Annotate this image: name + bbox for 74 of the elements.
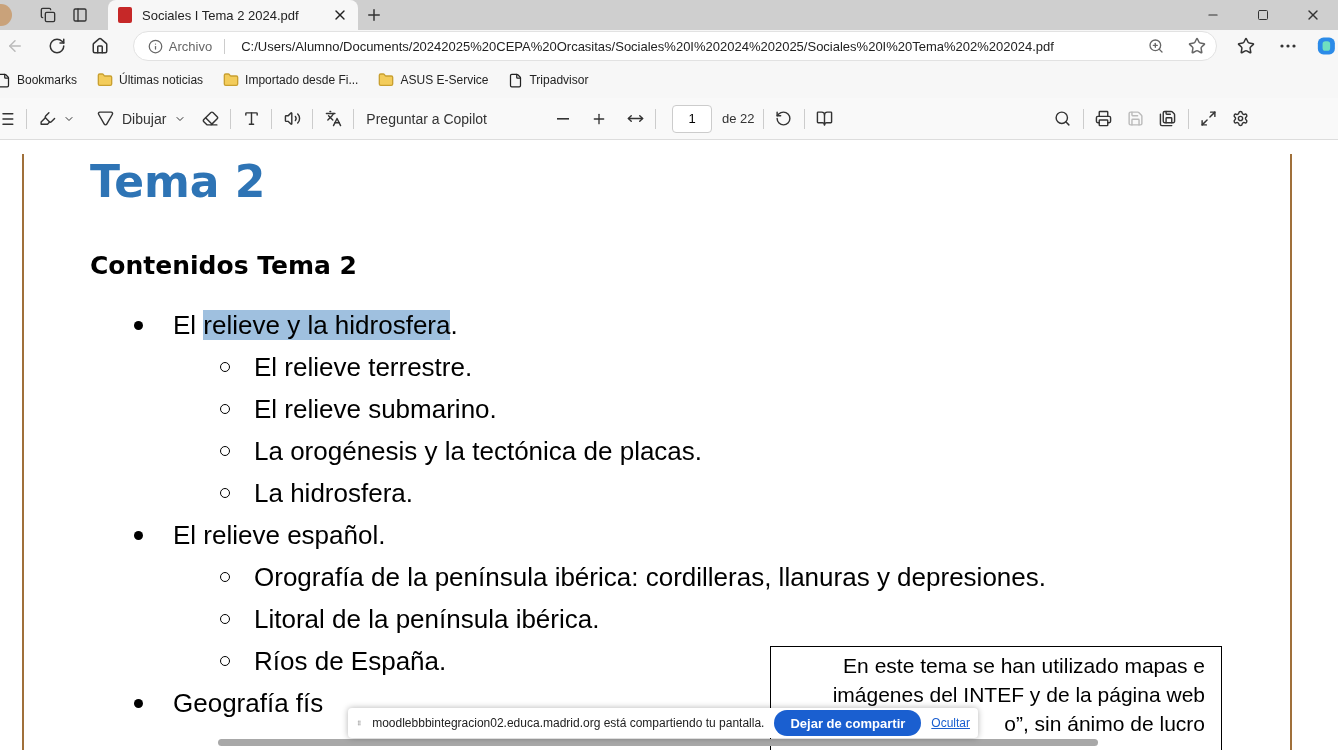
bullet-icon: [134, 320, 143, 330]
star-list-icon: [1236, 37, 1255, 55]
list-item-text: La orogénesis y la tectónica de placas.: [254, 435, 703, 467]
browser-tab[interactable]: Sociales I Tema 2 2024.pdf: [108, 0, 358, 30]
draw-button[interactable]: Dibujar: [89, 110, 175, 127]
pdf-icon: [118, 7, 132, 23]
save-icon: [1127, 110, 1145, 127]
tab-title: Sociales I Tema 2 2024.pdf: [142, 7, 300, 23]
folder-icon: [97, 72, 114, 88]
info-icon: [147, 38, 163, 54]
expand-icon: [1200, 110, 1218, 127]
more-icon: [1280, 44, 1297, 48]
search-icon: [1054, 110, 1072, 127]
page-number-field[interactable]: 1: [672, 104, 712, 133]
list-item-text: El relieve español.: [173, 519, 386, 551]
copilot-icon[interactable]: [1315, 34, 1338, 58]
note-text: En este tema se han utilizado mapas e: [843, 653, 1205, 679]
settings-icon: [1232, 110, 1250, 127]
stacked-pages-icon: [40, 7, 56, 23]
bookmark-link[interactable]: Tripadvisor: [508, 72, 589, 88]
document-title: Tema 2: [90, 155, 267, 209]
bookmark-link[interactable]: Bookmarks: [0, 72, 78, 88]
sidebar-panel-icon: [72, 7, 88, 23]
section-heading: Contenidos Tema 2: [90, 250, 358, 282]
page-icon: [0, 72, 11, 88]
list-item-text: El relieve submarino.: [254, 393, 497, 425]
list-item-text: El relieve y la hidrosfera.: [173, 309, 458, 341]
eraser-icon: [201, 110, 219, 127]
bookmark-link[interactable]: ASUS E-Service: [378, 72, 489, 88]
list-item-text: Geografía fís: [173, 687, 324, 719]
bullet-icon: [134, 698, 143, 708]
bookmark-label: ASUS E-Service: [400, 73, 489, 87]
list-item-text: El relieve terrestre.: [254, 351, 473, 383]
bookmark-link[interactable]: Últimas noticias: [97, 72, 204, 88]
home-icon: [90, 37, 109, 55]
note-text: o”, sin ánimo de lucro: [1004, 711, 1205, 737]
page-icon: [508, 72, 524, 88]
bookmark-label: Tripadvisor: [529, 73, 589, 87]
rotate-icon: [775, 110, 793, 127]
list-item-text: Ríos de España.: [254, 645, 447, 677]
zoom-icon[interactable]: [1147, 38, 1164, 54]
hide-link[interactable]: Ocultar: [931, 716, 970, 730]
stop-sharing-button[interactable]: Dejar de compartir: [774, 710, 922, 736]
save-as-icon: [1159, 110, 1177, 127]
copilot-button[interactable]: Preguntar a Copilot: [358, 110, 495, 127]
folder-icon: [223, 72, 240, 88]
minus-icon: [557, 117, 569, 120]
folder-icon: [378, 72, 395, 88]
page-count: de 22: [722, 111, 755, 126]
book-icon: [816, 110, 834, 127]
highlighter-icon: [38, 110, 56, 127]
reload-icon: [48, 37, 67, 55]
list-item-text: La hidrosfera.: [254, 477, 413, 509]
speaker-icon: [283, 110, 301, 127]
list-item-text: Orografía de la península ibérica: cordilleras, llanuras y depresiones.: [254, 561, 1046, 593]
list-item-text: Litoral de la península ibérica.: [254, 603, 600, 635]
url-text: C:/Users/Alumno/Documents/20242025%20CEPA%20Orcasitas/Sociales%20I%202024%202025/Sociales%20I%20Tema%202%202024.pdf: [241, 38, 1055, 54]
bullet-icon: [134, 530, 143, 540]
bookmark-link[interactable]: Importado desde Fi...: [223, 72, 359, 88]
restore-icon: [1257, 9, 1269, 21]
plus-icon: [365, 6, 383, 24]
scheme-label: Archivo: [168, 38, 226, 54]
bookmark-label: Importado desde Fi...: [245, 73, 359, 87]
translate-icon: [324, 110, 342, 127]
star-icon[interactable]: [1187, 37, 1206, 55]
address-bar[interactable]: Archivo C:/Users/Alumno/Documents/20242025%20CEPA%20Orcasitas/Sociales%20I%202024%202025/Sociales%20I%20Tema%202%202024.pdf: [132, 31, 1217, 61]
text-box-icon: [242, 110, 260, 127]
triangle-icon: [97, 110, 114, 127]
bookmark-label: Bookmarks: [17, 73, 78, 87]
scrollbar-thumb[interactable]: [218, 739, 1098, 746]
bookmark-label: Últimas noticias: [119, 73, 204, 87]
note-text: imágenes del INTEF y de la página web: [832, 682, 1205, 708]
printer-icon: [1095, 110, 1113, 127]
share-message: moodlebbbintegracion02.educa.madrid.org está compartiendo tu pantalla.: [372, 716, 765, 730]
